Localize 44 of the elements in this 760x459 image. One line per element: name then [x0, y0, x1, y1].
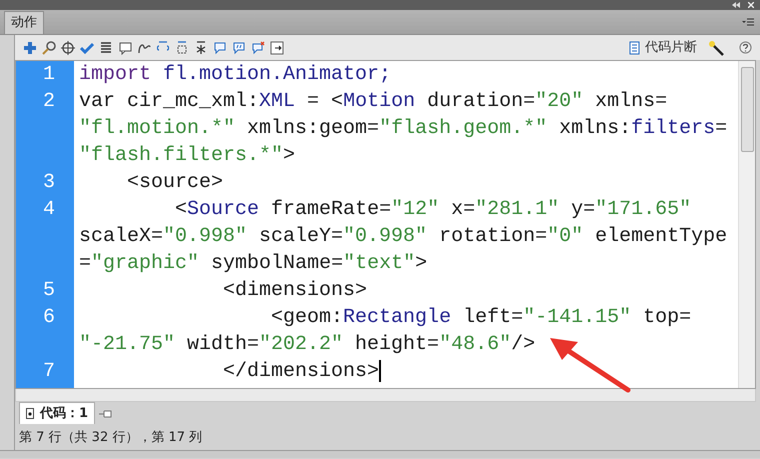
code-snippets-button[interactable]: 代码片断	[645, 38, 697, 58]
code-line: "-21.75" width="202.2" height="48.6"/>	[79, 333, 536, 356]
menu-icon[interactable]	[742, 18, 754, 26]
speech-bubble-icon[interactable]	[251, 40, 265, 54]
code-line: "fl.motion.*" xmlns:geom="flash.geom.*" xmlns:filters=	[79, 117, 728, 140]
status-text: 第 7 行（共 32 行），第 17 列	[18, 429, 204, 447]
wand-icon[interactable]	[708, 40, 724, 56]
asterisk-icon[interactable]	[194, 40, 208, 54]
target-icon[interactable]	[61, 40, 75, 54]
vertical-scrollbar[interactable]	[738, 61, 755, 388]
bracket-icon[interactable]	[175, 40, 189, 54]
code-line: "flash.filters.*">	[79, 144, 296, 167]
line-number: 5	[42, 278, 56, 304]
code-line: </dimensions>	[222, 360, 380, 383]
check-icon[interactable]	[80, 40, 94, 54]
code-line: <dimensions>	[222, 279, 368, 302]
line-number: 2	[42, 89, 56, 115]
code-line: <geom:Rectangle left="-141.15" top=	[270, 306, 692, 329]
code-line: import fl.motion.Animator;	[79, 63, 392, 86]
panel-icon[interactable]	[270, 40, 284, 54]
horizontal-scrollbar[interactable]	[15, 389, 756, 402]
code-line: scaleX="0.998" scaleY="0.998" rotation="0" elementType	[79, 225, 728, 248]
code-line: <source>	[126, 171, 224, 194]
close-icon[interactable]	[748, 2, 754, 8]
document-icon	[26, 408, 34, 419]
line-number: 3	[42, 170, 56, 196]
code-line: var cir_mc_xml:XML = <Motion duration="20" xmlns=	[79, 90, 668, 113]
code-line: ="graphic" symbolName="text">	[79, 252, 428, 275]
help-icon[interactable]	[739, 41, 752, 54]
speech-bubble-icon[interactable]	[232, 40, 246, 54]
line-number: 6	[42, 305, 56, 331]
line-number: 7	[42, 359, 56, 385]
pin-icon[interactable]	[99, 409, 114, 419]
collapse-icon[interactable]	[732, 2, 740, 8]
panel-tab[interactable]: 动作	[4, 11, 44, 34]
script-tab[interactable]: 代码：1	[19, 402, 96, 424]
speech-bubble-icon[interactable]	[213, 40, 227, 54]
search-icon[interactable]	[42, 40, 56, 54]
line-number: 1	[42, 62, 56, 88]
add-icon[interactable]	[23, 40, 37, 54]
code-line: <Source frameRate="12" x="281.1" y="171.65"	[174, 198, 692, 221]
align-icon[interactable]	[99, 40, 113, 54]
comment-icon[interactable]	[118, 40, 132, 54]
line-number: 4	[42, 197, 56, 223]
